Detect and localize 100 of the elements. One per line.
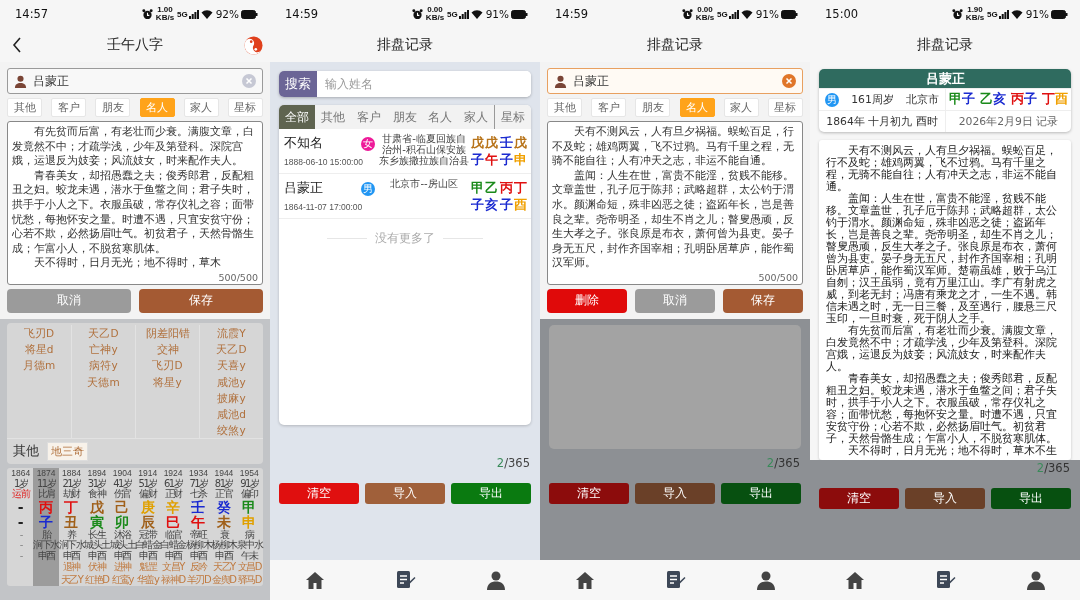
- shensha-label: 驿马D: [237, 573, 261, 587]
- record-name: 吕蒙正: [284, 180, 323, 197]
- record-count: 2/365: [1036, 460, 1070, 476]
- tag-tab[interactable]: 家人: [183, 98, 219, 117]
- luck-column[interactable]: 1914 51岁 偏财 庚 辰 冠带 白蜡金 申酉 魁罡 华盖y: [135, 468, 161, 587]
- tag-tab[interactable]: 朋友: [95, 98, 131, 117]
- stage-label: 沐浴: [113, 529, 131, 541]
- luck-column[interactable]: 1864 1岁 运前 - - - - -: [8, 468, 34, 587]
- tag-tab[interactable]: 其他: [7, 98, 42, 117]
- home-icon[interactable]: [845, 570, 866, 590]
- nayin-label: 杨柳木: [185, 540, 212, 551]
- tag-tab[interactable]: 其他: [547, 98, 582, 117]
- tag-tab[interactable]: 客户: [51, 98, 87, 117]
- shensha-item: 咸池y: [217, 374, 246, 390]
- person-icon[interactable]: [486, 570, 505, 590]
- void-label: 申酉: [63, 550, 80, 562]
- luck-column[interactable]: 1884 21岁 劫财 丁 丑 养 涧下水 申酉 退神 天乙Y: [58, 468, 85, 587]
- luck-column[interactable]: 1924 61岁 正财 辛 巳 临官 白蜡金 申酉 文昌Y 禄神D: [160, 468, 186, 587]
- age-label: 21岁: [62, 478, 81, 490]
- clear-icon[interactable]: [782, 74, 796, 88]
- name-field[interactable]: 吕蒙正: [547, 68, 803, 94]
- luck-column[interactable]: 1934 71岁 七杀 壬 午 帝旺 杨柳木 申酉 反吟 羊刃D: [185, 468, 212, 587]
- battery-level: 91%: [1025, 8, 1049, 20]
- back-icon[interactable]: [12, 37, 22, 53]
- import-button[interactable]: 导入: [635, 483, 715, 504]
- yin-yang-icon[interactable]: [243, 35, 263, 55]
- edit-icon[interactable]: [936, 570, 956, 590]
- stage-label: -: [19, 529, 22, 541]
- network-speed: 0.00 KB/s: [695, 6, 715, 22]
- import-button[interactable]: 导入: [365, 483, 445, 504]
- shensha-label: 天乙Y: [213, 561, 235, 574]
- record-count: 2/365: [766, 455, 800, 471]
- pillar-char: 亥: [992, 91, 1006, 106]
- nayin-label: 白蜡金: [134, 540, 161, 551]
- notes-field[interactable]: 天有不测风云，人有旦夕祸福。蜈蚣百足，行不及蛇；雄鸡两翼，飞不过鸦。马有千里之程，无骑不能自往；人有冲天之志，非运不能自通。 盖闻：人生在世，富贵不能淫，贫贱不能移。文章盖世，孔子厄于陈邦；武略超群，太公钓于渭水。颜渊命短，殊非凶恶之徒；盗跖年长，岂是善良之辈。尧帝明圣，却生不肖之儿；瞽叟愚顽，反生大孝之子。张良原是布衣，萧何曾为县吏。晏子身无五尺，封作齐国宰相；孔明卧居草庐，能作蜀汉军师。 500/500: [547, 121, 803, 285]
- status-time: 14:59: [285, 7, 319, 21]
- ten-god-label: 劫财: [63, 489, 80, 500]
- luck-column[interactable]: 1874 11岁 比肩 丙 子 胎 涧下水 申酉: [33, 468, 59, 587]
- void-label: -: [19, 550, 22, 562]
- person-icon[interactable]: [756, 570, 775, 590]
- filter-tab[interactable]: 朋友: [386, 105, 423, 129]
- edit-icon[interactable]: [396, 570, 416, 590]
- clear-button[interactable]: 清空: [549, 483, 629, 504]
- luck-column[interactable]: 1954 91岁 偏印 甲 申 病 泉中水 午未 文昌D 驿马D: [236, 468, 262, 587]
- wifi-icon: [1010, 9, 1023, 19]
- stem-char: 丁: [64, 499, 79, 515]
- person-icon[interactable]: [1026, 570, 1045, 590]
- luck-column[interactable]: 1904 41岁 伤官 己 卯 沐浴 城头土 申酉 进神 红鸾y: [109, 468, 135, 587]
- battery-level: 91%: [755, 8, 779, 20]
- save-button[interactable]: 保存: [723, 288, 803, 313]
- notes-field[interactable]: 有先贫而后富，有老壮而少衰。满腹文章，白发竟然不中；才疏学浅，少年及第登科。深院宫娥，运退反为妓妾；风流妓女，时来配作夫人。 青春美女，却招愚蠢之夫；俊秀郎君，反配粗丑之妇。蛟龙未遇，潜水于鱼鳖之间；君子失时，拱手于小人之下。衣服虽破，常存仪礼之容；面带忧愁，每抱怀安之量。时遭不遇，只宜安贫守份；心若不欺，必然扬眉吐气。初贫君子，天然骨骼生成；乍富小人，不脱贫寒肌体。 天不得时，日月无光；地不得时，草木 500/500: [7, 121, 263, 285]
- story-paragraph: 有先贫而后富，有老壮而少衰。满腹文章，白发竟然不中；才疏学浅，少年及第登科。深院宫娥，运退反为妓妾；风流妓女，时来配作夫人。: [826, 325, 1058, 373]
- home-icon[interactable]: [575, 570, 596, 590]
- delete-button[interactable]: 删除: [547, 288, 627, 313]
- age-label: 51岁: [138, 478, 157, 490]
- shensha-label: 退神: [63, 561, 80, 574]
- void-label: 申酉: [190, 550, 207, 562]
- search-button[interactable]: 搜索: [279, 71, 317, 97]
- stem-char: 丙: [39, 499, 54, 515]
- filter-tab[interactable]: 客户: [350, 105, 387, 129]
- record-row[interactable]: 吕蒙正 男 1864-11-07 17:00:00 北京市--房山区 甲 乙 丙丁 子亥子酉: [279, 174, 531, 219]
- nayin-label: 涧下水: [33, 540, 59, 551]
- nayin-label: -: [19, 540, 22, 551]
- stage-label: 病: [245, 529, 254, 541]
- tag-tab[interactable]: 朋友: [635, 98, 671, 117]
- record-datetime: 1864-11-07 17:00:00: [284, 202, 364, 212]
- export-button[interactable]: 导出: [451, 483, 531, 504]
- page-title: 排盘记录: [646, 36, 704, 54]
- save-button[interactable]: 保存: [139, 288, 263, 313]
- void-label: 申酉: [139, 550, 157, 562]
- filter-tab[interactable]: 家人: [458, 105, 495, 129]
- year-label: 1904: [112, 468, 132, 479]
- year-label: 1864: [11, 468, 31, 479]
- search-field[interactable]: 搜索 输入姓名: [279, 71, 531, 97]
- export-button[interactable]: 导出: [991, 488, 1071, 509]
- tag-tab[interactable]: 客户: [591, 98, 627, 117]
- shensha-item: 飞刃D: [152, 358, 183, 374]
- signal-icon: [188, 9, 199, 19]
- export-button[interactable]: 导出: [721, 483, 801, 504]
- tag-tab[interactable]: 星标: [767, 98, 803, 117]
- place-label: 北京市: [905, 92, 939, 107]
- ten-god-label: 伤官: [113, 489, 131, 500]
- pillar-char: 戊: [514, 134, 528, 151]
- branch-char: 辰: [140, 514, 155, 530]
- tag-tab[interactable]: 家人: [723, 98, 759, 117]
- luck-column[interactable]: 1944 81岁 正官 癸 未 衰 杨柳木 申酉 天乙Y 金舆D: [211, 468, 237, 587]
- shensha-label: 禄神D: [161, 573, 185, 587]
- clear-button[interactable]: 清空: [819, 488, 899, 509]
- tag-tab[interactable]: 星标: [227, 98, 263, 117]
- filter-tab[interactable]: 其他: [314, 105, 351, 129]
- filter-tab[interactable]: 名人: [422, 105, 459, 129]
- edit-icon[interactable]: [666, 570, 686, 590]
- import-button[interactable]: 导入: [905, 488, 985, 509]
- name-field[interactable]: 吕蒙正: [7, 68, 263, 94]
- clear-button[interactable]: 清空: [279, 483, 359, 504]
- home-icon[interactable]: [305, 570, 326, 590]
- filter-tab[interactable]: 全部: [279, 105, 315, 129]
- stage-label: 帝旺: [190, 529, 207, 540]
- year-label: 1874: [36, 468, 56, 479]
- luck-column[interactable]: 1894 31岁 食神 戊 寅 长生 城头土 申酉 伏神 红艳D: [84, 468, 110, 587]
